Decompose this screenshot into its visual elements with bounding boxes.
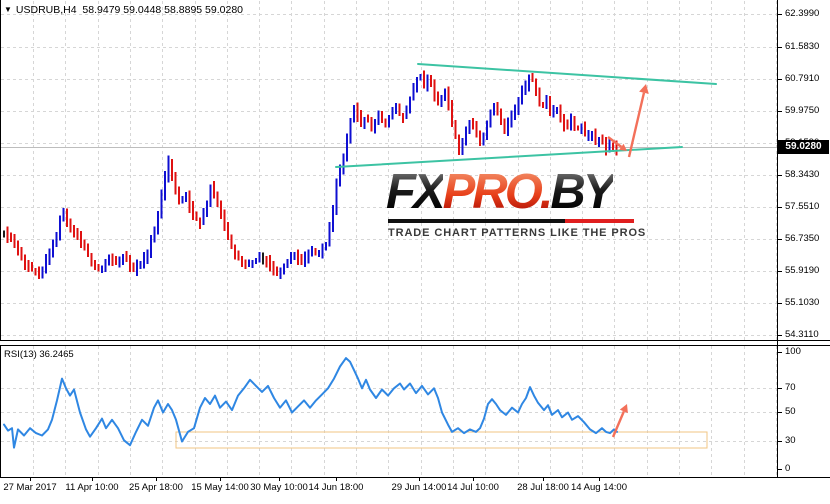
logo-wordmark: FXPRO.BY (386, 168, 642, 217)
logo-text-pro: PRO. (442, 165, 554, 219)
rsi-indicator-label: RSI(13) 36.2465 (4, 349, 74, 360)
logo-underline (388, 219, 634, 223)
logo-tagline: TRADE CHART PATTERNS LIKE THE PROS (388, 227, 647, 239)
rsi-support-zone-box (175, 431, 708, 449)
chart-title: ▼ USDRUB,H4 58.9479 59.0448 58.8895 59.02… (4, 4, 243, 16)
current-price-tag: 59.0280 (778, 140, 829, 154)
rsi-line (3, 357, 618, 449)
logo-text-fx: FX (386, 165, 446, 219)
watermark-logo: FXPRO.BY TRADE CHART PATTERNS LIKE THE P… (386, 168, 647, 240)
chevron-down-icon[interactable]: ▼ (4, 5, 12, 14)
chart-canvas[interactable] (0, 0, 830, 504)
trading-chart-window: 62.399061.583060.791059.975059.159058.34… (0, 0, 830, 504)
logo-text-by: BY (550, 165, 615, 219)
trendline (417, 63, 717, 85)
symbol-ohlc-title: USDRUB,H4 58.9479 59.0448 58.8895 59.028… (15, 4, 244, 16)
